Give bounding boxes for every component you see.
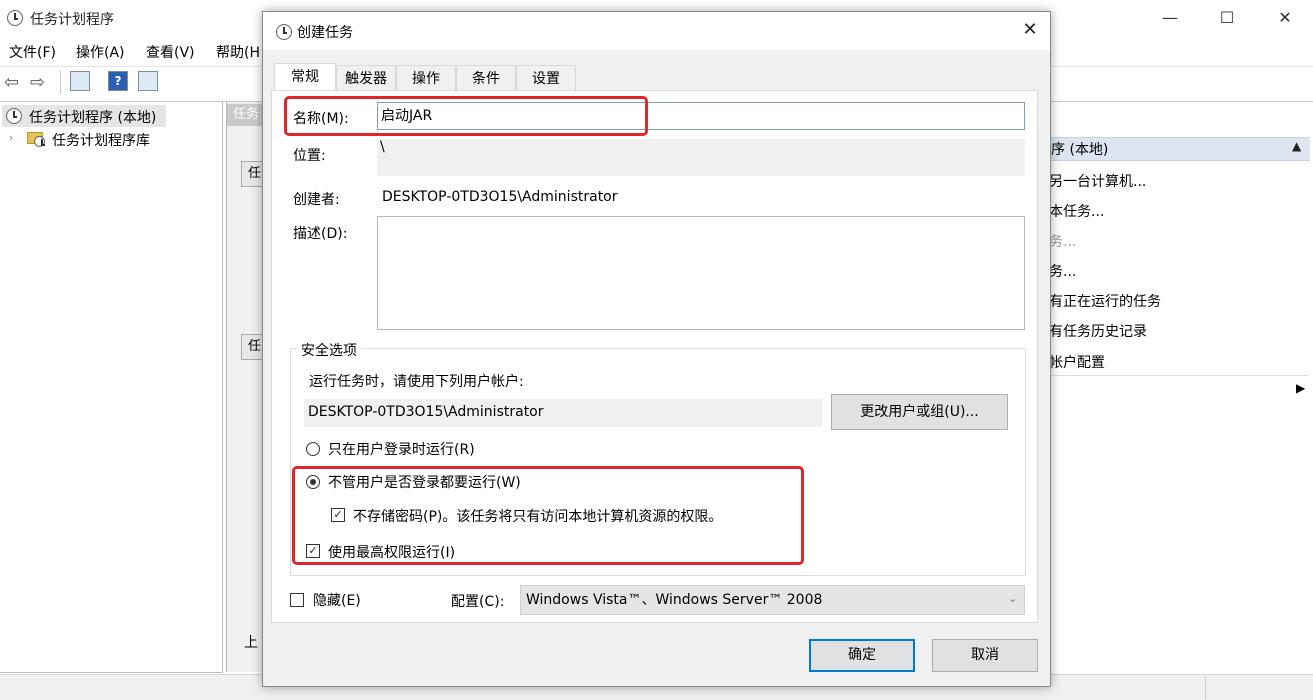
actions-pane-header-label: 序 (本地) <box>1051 142 1109 158</box>
user-account-field: DESKTOP-0TD3O15\Administrator <box>304 399 822 427</box>
chevron-down-icon[interactable]: ⌄ <box>1008 592 1017 605</box>
help-icon[interactable]: ? <box>108 71 128 91</box>
action-display-running[interactable]: 有正在运行的任务 <box>1049 291 1161 311</box>
maximize-button[interactable]: ☐ <box>1217 8 1237 28</box>
task-scheduler-local-icon <box>6 108 22 124</box>
tree-pane <box>0 102 223 673</box>
security-highlight-box <box>292 466 804 565</box>
main-window-title: 任务计划程序 <box>30 12 114 28</box>
description-textarea[interactable] <box>377 216 1025 330</box>
expand-arrow-icon[interactable]: › <box>9 131 13 144</box>
menu-file[interactable]: 文件(F) <box>9 42 56 62</box>
change-user-button[interactable]: 更改用户或组(U)... <box>831 394 1008 430</box>
menu-help[interactable]: 帮助(H <box>216 42 260 62</box>
dialog-clock-icon <box>276 24 292 40</box>
summary-footer-text: 上 <box>244 635 258 651</box>
config-dropdown[interactable]: Windows Vista™、Windows Server™ 2008 <box>520 585 1025 615</box>
summary-pane <box>226 102 267 672</box>
hidden-label[interactable]: 隐藏(E) <box>313 590 361 610</box>
action-create-task[interactable]: 务... <box>1049 231 1076 251</box>
author-label: 创建者: <box>293 192 340 208</box>
location-field: \ <box>377 139 1025 176</box>
action-account-config[interactable]: 帐户配置 <box>1049 352 1105 372</box>
tab-actions[interactable]: 操作 <box>396 65 456 91</box>
tab-triggers[interactable]: 触发器 <box>336 65 396 91</box>
action-connect-computer[interactable]: 另一台计算机... <box>1049 171 1146 191</box>
menu-view[interactable]: 查看(V) <box>146 42 195 62</box>
tab-conditions[interactable]: 条件 <box>456 65 516 91</box>
action-create-basic-task[interactable]: 本任务... <box>1049 201 1104 221</box>
dialog-close-button[interactable]: ✕ <box>1020 20 1040 40</box>
hidden-checkbox[interactable] <box>290 593 304 607</box>
actions-divider <box>1050 375 1308 376</box>
cancel-button[interactable]: 取消 <box>932 639 1038 672</box>
collapse-caret-icon[interactable]: ▲ <box>1292 139 1301 153</box>
radio-run-when-logged-on-label[interactable]: 只在用户登录时运行(R) <box>328 439 475 459</box>
library-clock-icon <box>34 136 45 147</box>
description-label: 描述(D): <box>293 226 348 242</box>
show-hide-tree-icon[interactable] <box>70 71 90 91</box>
show-hide-action-pane-icon[interactable] <box>138 71 158 91</box>
close-main-button[interactable]: ✕ <box>1275 8 1295 28</box>
dialog-title: 创建任务 <box>297 25 353 41</box>
author-value: DESKTOP-0TD3O15\Administrator <box>382 189 618 205</box>
menu-action[interactable]: 操作(A) <box>76 42 125 62</box>
tree-item-task-library[interactable]: 任务计划程序库 <box>52 130 150 150</box>
action-import-task[interactable]: 务... <box>1049 261 1076 281</box>
minimize-button[interactable]: — <box>1160 8 1180 28</box>
tab-general[interactable]: 常规 <box>274 63 336 91</box>
tree-root-label[interactable]: 任务计划程序 (本地) <box>29 107 156 127</box>
submenu-arrow-icon[interactable]: ▶ <box>1296 381 1305 395</box>
radio-run-when-logged-on[interactable] <box>306 442 320 456</box>
ok-button[interactable]: 确定 <box>809 639 915 672</box>
security-options-title: 安全选项 <box>297 340 361 360</box>
forward-arrow-icon[interactable]: ⇨ <box>30 72 45 93</box>
name-highlight-box <box>284 96 648 136</box>
task-scheduler-icon <box>7 10 23 26</box>
action-enable-history[interactable]: 有任务历史记录 <box>1049 321 1147 341</box>
toolbar-divider <box>60 70 61 94</box>
dialog-titlebar <box>263 12 1050 50</box>
run-as-prompt: 运行任务时，请使用下列用户帐户: <box>309 374 524 390</box>
back-arrow-icon[interactable]: ⇦ <box>4 72 19 93</box>
summary-pane-header: 任务 <box>227 104 265 126</box>
config-label: 配置(C): <box>451 594 505 610</box>
status-bar-divider <box>1205 676 1206 699</box>
tab-settings[interactable]: 设置 <box>516 65 576 91</box>
location-label: 位置: <box>293 148 326 164</box>
